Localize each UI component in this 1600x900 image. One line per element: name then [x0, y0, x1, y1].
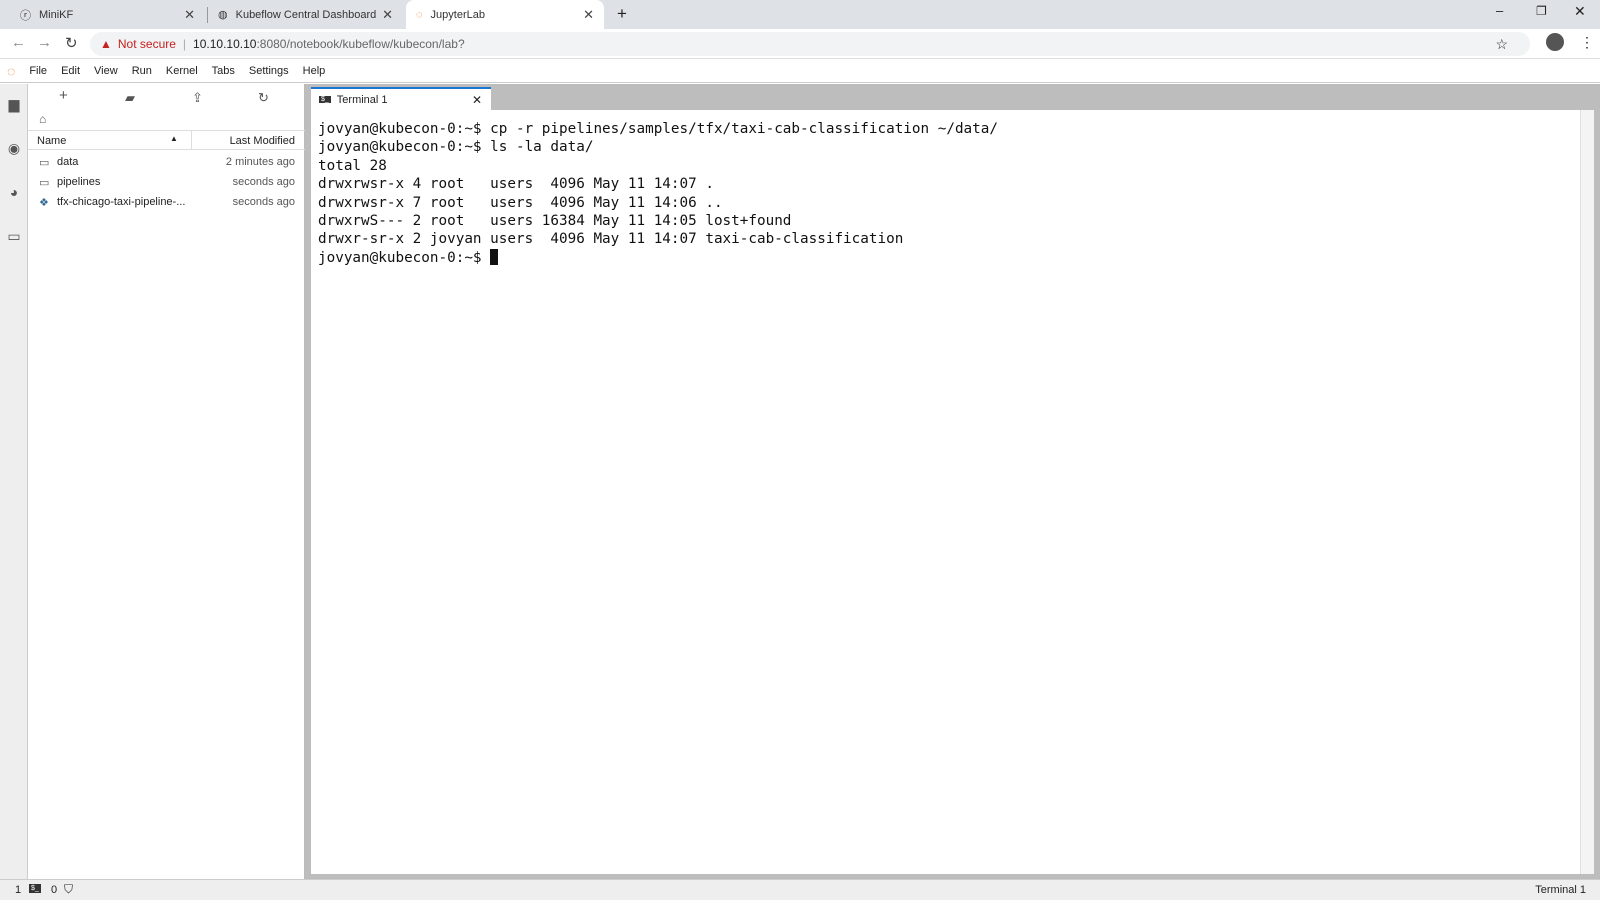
terminal-count[interactable]: 1 [15, 884, 21, 896]
main-dock-area: $_ Terminal 1 ✕ jovyan@kubecon-0:~$ cp -… [305, 84, 1600, 879]
terminal-line: drwxrwsr-x 7 root users 4096 May 11 14:0… [318, 194, 723, 211]
menu-settings[interactable]: Settings [249, 65, 289, 77]
close-tab-icon[interactable]: ✕ [583, 7, 594, 23]
folder-icon[interactable]: ▆ [6, 96, 22, 112]
terminal-icon: $_ [319, 96, 331, 103]
kernel-icon: ⛉ [64, 882, 74, 896]
file-browser: + ▰ ⇪ ↻ ⌂ Name ▲ Last Modified ▭ data 2 mi… [28, 84, 305, 879]
menu-view[interactable]: View [94, 65, 118, 77]
terminal-line: drwxrwsr-x 4 root users 4096 May 11 14:0… [318, 176, 714, 193]
restore-button[interactable]: ❐ [1536, 4, 1547, 18]
terminal-cursor [490, 248, 499, 265]
status-active-tab: Terminal 1 [1535, 884, 1586, 896]
back-icon[interactable]: ← [11, 34, 26, 51]
close-tab-icon[interactable]: ✕ [382, 7, 393, 23]
globe-icon: ◍ [218, 9, 228, 21]
python-icon: ❖ [39, 196, 49, 209]
column-name[interactable]: Name [37, 135, 66, 147]
avatar[interactable] [1546, 33, 1564, 51]
new-folder-button[interactable]: ▰ [125, 90, 135, 106]
terminal-line: drwxrwS--- 2 root users 16384 May 11 14:… [318, 213, 792, 230]
file-item[interactable]: ▭ data 2 minutes ago [28, 152, 305, 172]
menu-run[interactable]: Run [132, 65, 152, 77]
close-tab-icon[interactable]: ✕ [184, 7, 195, 23]
terminal-line: jovyan@kubecon-0:~$ ls -la data/ [318, 139, 594, 156]
browser-menu-icon[interactable]: ⋮ [1580, 34, 1594, 51]
file-item[interactable]: ▭ pipelines seconds ago [28, 172, 305, 192]
folder-icon: ▭ [39, 156, 50, 169]
terminal-prompt: jovyan@kubecon-0:~$ [318, 249, 491, 266]
reload-icon[interactable]: ↻ [65, 34, 78, 52]
menu-kernel[interactable]: Kernel [166, 65, 198, 77]
status-bar: 1 $_ 0 ⛉ Terminal 1 [0, 879, 1600, 900]
menu-file[interactable]: File [29, 65, 47, 77]
new-launcher-button[interactable]: + [59, 87, 68, 104]
address-bar-row: ← → ↻ ▲ Not secure | 10.10.10.10:8080/no… [0, 29, 1600, 59]
running-icon[interactable]: ◉ [6, 140, 22, 156]
minikf-icon: ⓡ [20, 9, 31, 22]
browser-tab-jupyterlab[interactable]: ◌ JupyterLab ✕ [406, 0, 604, 29]
warning-icon: ▲ [100, 37, 112, 51]
upload-button[interactable]: ⇪ [192, 90, 203, 106]
tab-terminal-1[interactable]: $_ Terminal 1 ✕ [311, 87, 491, 110]
jupyter-menubar: ◌ File Edit View Run Kernel Tabs Setting… [0, 59, 1600, 83]
jupyter-icon: ◌ [416, 8, 423, 21]
terminal-output[interactable]: jovyan@kubecon-0:~$ cp -r pipelines/samp… [311, 110, 1594, 874]
column-last-modified[interactable]: Last Modified [230, 135, 295, 147]
menu-edit[interactable]: Edit [61, 65, 80, 77]
menu-tabs[interactable]: Tabs [212, 65, 235, 77]
kernel-count[interactable]: 0 [51, 884, 57, 896]
browser-tab-minikf[interactable]: ⓡ MiniKF ✕ [10, 0, 205, 29]
file-list-header: Name ▲ Last Modified [28, 130, 305, 150]
close-window-button[interactable]: ✕ [1574, 3, 1586, 20]
terminal-line: total 28 [318, 157, 387, 174]
browser-tab-bar: ⓡ MiniKF ✕ ◍ Kubeflow Central Dashboard ✕ ◌ J… [0, 0, 1600, 29]
close-icon[interactable]: ✕ [472, 93, 482, 107]
home-icon[interactable]: ⌂ [39, 112, 46, 126]
terminal-icon: $_ [29, 884, 41, 893]
forward-icon[interactable]: → [37, 34, 52, 51]
new-tab-button[interactable]: + [617, 4, 627, 24]
sort-asc-icon: ▲ [170, 134, 178, 143]
refresh-button[interactable]: ↻ [258, 90, 269, 106]
jupyter-logo-icon: ◌ [7, 62, 16, 79]
left-sidebar: ▆ ◉ ◕ ▭ [0, 84, 28, 879]
url-input[interactable]: ▲ Not secure | 10.10.10.10:8080/notebook… [90, 32, 1530, 56]
terminal-line: drwxr-sr-x 2 jovyan users 4096 May 11 14… [318, 231, 904, 248]
menu-help[interactable]: Help [303, 65, 326, 77]
tabs-icon[interactable]: ▭ [6, 228, 22, 244]
palette-icon[interactable]: ◕ [6, 184, 22, 200]
terminal-scrollbar[interactable] [1580, 110, 1594, 874]
minimize-button[interactable]: – [1496, 3, 1503, 18]
browser-tab-kubeflow[interactable]: ◍ Kubeflow Central Dashboard ✕ [208, 0, 403, 29]
star-icon[interactable]: ☆ [1495, 36, 1508, 53]
folder-icon: ▭ [39, 176, 50, 189]
file-item[interactable]: ❖ tfx-chicago-taxi-pipeline-... seconds ag… [28, 192, 305, 212]
terminal-line: jovyan@kubecon-0:~$ cp -r pipelines/samp… [318, 121, 998, 137]
